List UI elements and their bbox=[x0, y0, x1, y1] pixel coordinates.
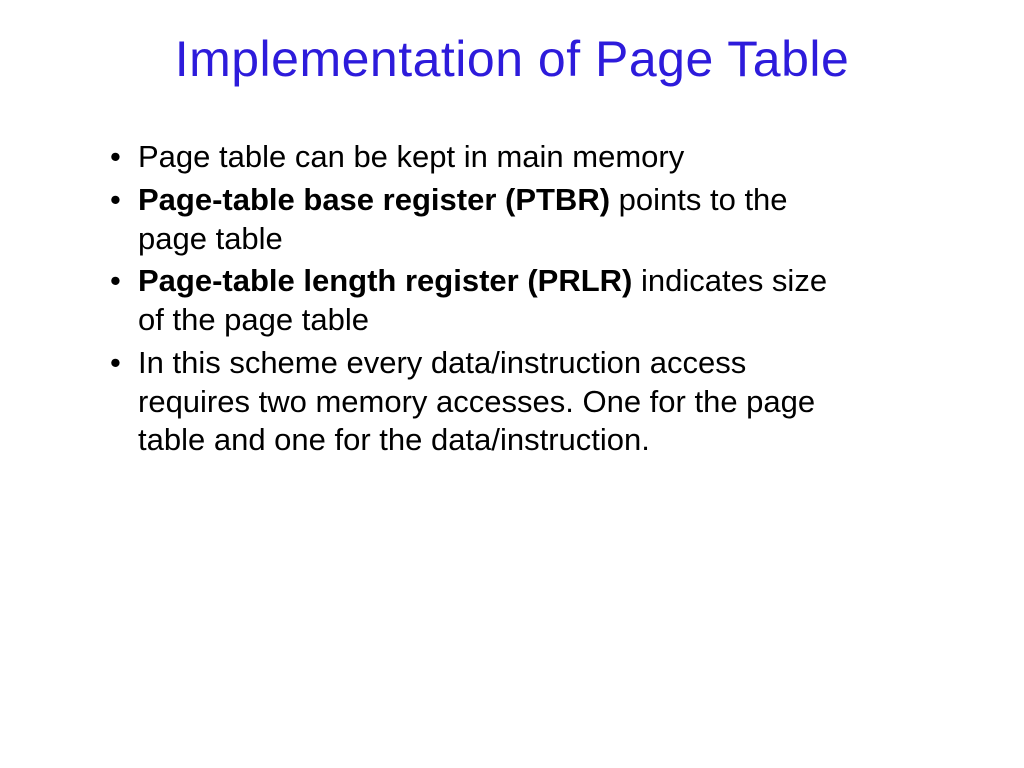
bullet-item: Page-table base register (PTBR) points t… bbox=[110, 181, 834, 259]
slide-content: Page table can be kept in main memory Pa… bbox=[70, 138, 954, 460]
slide-title: Implementation of Page Table bbox=[70, 30, 954, 88]
bullet-item: In this scheme every data/instruction ac… bbox=[110, 344, 834, 460]
bullet-item: Page-table length register (PRLR) indica… bbox=[110, 262, 834, 340]
bullet-bold-text: Page-table base register (PTBR) bbox=[138, 182, 610, 217]
bullet-list: Page table can be kept in main memory Pa… bbox=[110, 138, 834, 460]
bullet-item: Page table can be kept in main memory bbox=[110, 138, 834, 177]
bullet-bold-text: Page-table length register (PRLR) bbox=[138, 263, 632, 298]
